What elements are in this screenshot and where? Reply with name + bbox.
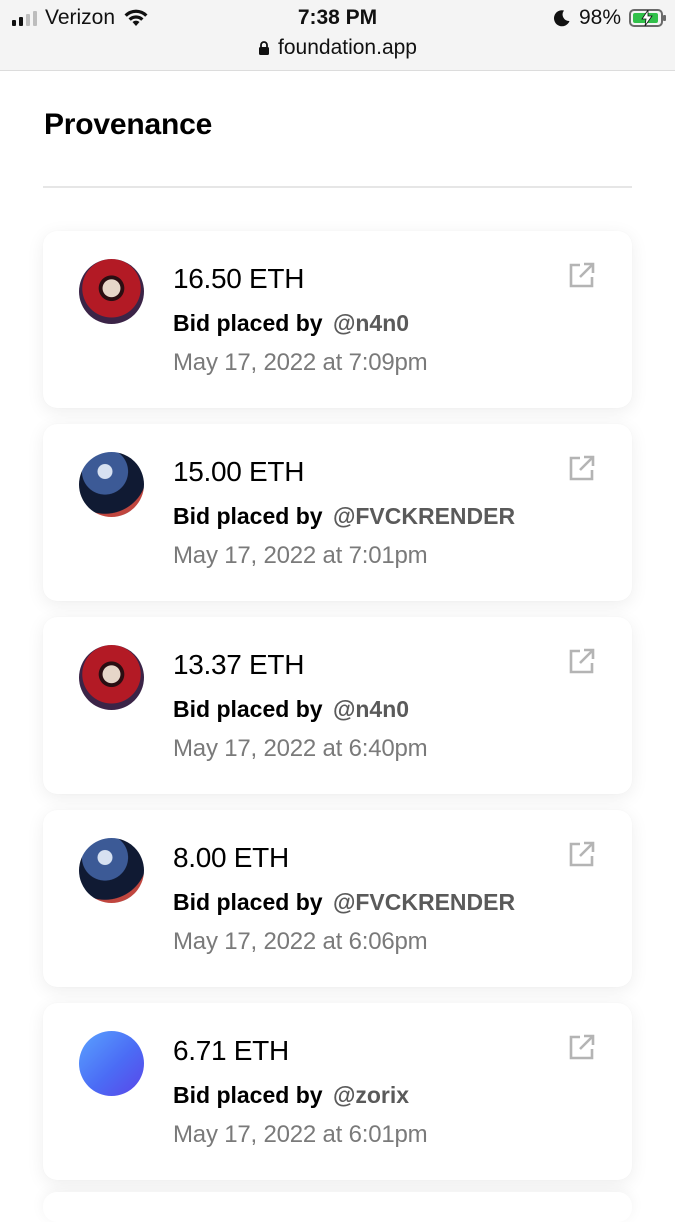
bidder-username[interactable]: @n4n0 [333,310,409,336]
bidder-username[interactable]: @FVCKRENDER [333,889,515,915]
bid-amount: 8.00 ETH [173,842,289,873]
avatar[interactable] [79,1031,144,1096]
external-link-icon[interactable] [568,840,596,868]
bid-amount: 15.00 ETH [173,456,305,487]
external-link-icon[interactable] [568,261,596,289]
bid-label: Bid placed by [173,503,323,529]
bid-label: Bid placed by [173,696,323,722]
bid-date: May 17, 2022 at 6:06pm [173,928,428,955]
bid-label: Bid placed by [173,310,323,336]
avatar[interactable] [79,452,144,517]
bid-label: Bid placed by [173,1082,323,1108]
bid-description: Bid placed by @n4n0 [173,310,409,337]
bid-amount: 13.37 ETH [173,649,305,680]
battery-percent: 98% [578,6,621,29]
external-link-icon[interactable] [568,454,596,482]
bid-description: Bid placed by @FVCKRENDER [173,503,515,530]
bid-amount: 16.50 ETH [173,263,305,294]
lock-icon [259,41,270,55]
bid-label: Bid placed by [173,889,323,915]
avatar[interactable] [79,259,144,324]
bidder-username[interactable]: @zorix [333,1082,409,1108]
bid-date: May 17, 2022 at 6:40pm [173,735,428,762]
bid-date: May 17, 2022 at 7:09pm [173,349,428,376]
list-item-partial [43,1192,632,1222]
bid-description: Bid placed by @FVCKRENDER [173,889,515,916]
bid-description: Bid placed by @zorix [173,1082,409,1109]
battery-charging-icon [629,9,666,27]
bid-date: May 17, 2022 at 6:01pm [173,1121,428,1148]
external-link-icon[interactable] [568,1033,596,1061]
url-bar[interactable]: foundation.app [0,36,675,60]
status-and-url-bar: Verizon 7:38 PM 98% foundation.app [0,0,675,71]
external-link-icon[interactable] [568,647,596,675]
bid-date: May 17, 2022 at 7:01pm [173,542,428,569]
list-item[interactable]: 8.00 ETH Bid placed by @FVCKRENDER May 1… [43,810,632,987]
section-divider [43,186,632,188]
avatar[interactable] [79,645,144,710]
status-right: 98% [553,6,666,30]
provenance-list: 16.50 ETH Bid placed by @n4n0 May 17, 20… [43,231,632,1196]
list-item[interactable]: 16.50 ETH Bid placed by @n4n0 May 17, 20… [43,231,632,408]
bid-amount: 6.71 ETH [173,1035,289,1066]
bidder-username[interactable]: @n4n0 [333,696,409,722]
list-item[interactable]: 13.37 ETH Bid placed by @n4n0 May 17, 20… [43,617,632,794]
page-title: Provenance [44,108,213,141]
list-item[interactable]: 6.71 ETH Bid placed by @zorix May 17, 20… [43,1003,632,1180]
bidder-username[interactable]: @FVCKRENDER [333,503,515,529]
list-item[interactable]: 15.00 ETH Bid placed by @FVCKRENDER May … [43,424,632,601]
bid-description: Bid placed by @n4n0 [173,696,409,723]
moon-icon [553,10,570,27]
url-text: foundation.app [278,36,417,59]
avatar[interactable] [79,838,144,903]
